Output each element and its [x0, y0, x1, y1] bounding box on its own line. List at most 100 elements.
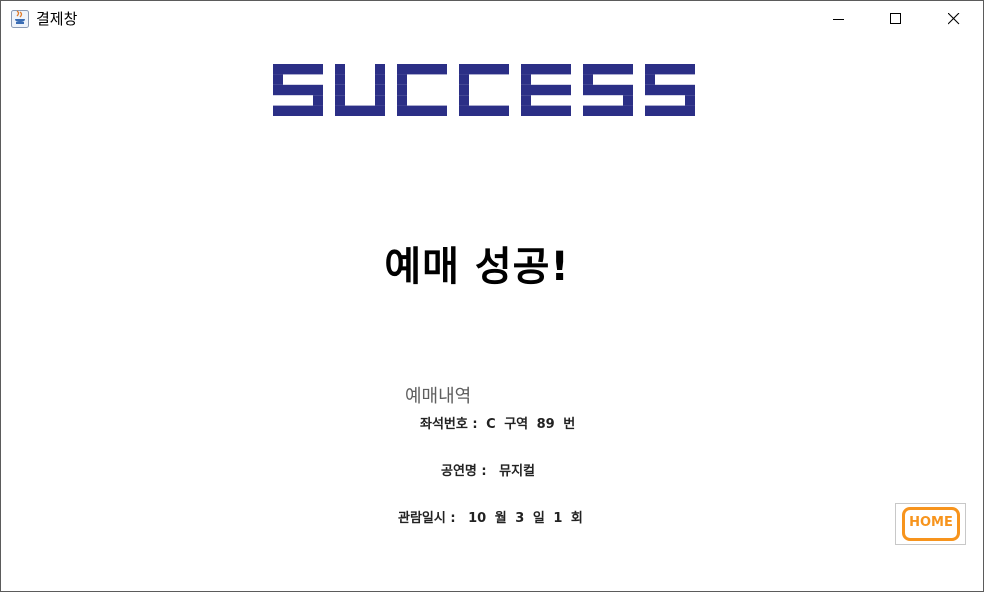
close-icon: [948, 13, 960, 25]
booking-success-headline: 예매 성공!: [384, 244, 570, 290]
banner-pixel: [603, 105, 613, 116]
banner-pixel: [645, 84, 655, 96]
banner-pixel: [397, 95, 407, 106]
banner-pixel: [583, 84, 593, 96]
banner-pixel: [685, 84, 695, 96]
date-round: 1: [553, 511, 563, 526]
close-button[interactable]: [925, 1, 983, 37]
banner-pixel: [303, 64, 313, 75]
banner-pixel: [459, 105, 469, 116]
seat-number: 89: [536, 417, 555, 432]
banner-pixel: [685, 64, 695, 75]
success-banner-image: [273, 64, 713, 120]
payment-window: 결제창 예매 성공! 예매내역 좌석번호 : C 구역 89 번 공연명 : 뮤…: [0, 0, 984, 592]
banner-pixel: [397, 74, 407, 85]
date-label: 관람일시 :: [398, 511, 456, 526]
banner-pixel: [613, 64, 623, 75]
banner-pixel: [469, 105, 479, 116]
banner-pixel: [303, 84, 313, 96]
banner-pixel: [531, 84, 541, 96]
banner-pixel: [313, 95, 323, 106]
seat-info-row: 좌석번호 : C 구역 89 번: [420, 413, 575, 432]
banner-pixel: [313, 84, 323, 96]
seat-zone: C: [486, 417, 496, 432]
banner-pixel: [313, 105, 323, 116]
banner-pixel: [355, 105, 365, 116]
banner-pixel: [459, 95, 469, 106]
date-day: 3: [515, 511, 525, 526]
banner-pixel: [521, 84, 531, 96]
banner-pixel: [645, 105, 655, 116]
date-month-unit: 월: [494, 511, 507, 526]
banner-pixel: [655, 105, 665, 116]
window-title: 결제창: [36, 10, 78, 28]
banner-pixel: [561, 84, 571, 96]
home-button-badge: HOME: [902, 507, 960, 541]
home-button[interactable]: HOME: [895, 503, 966, 545]
banner-pixel: [583, 74, 593, 85]
show-info-row: 공연명 : 뮤지컬: [441, 460, 535, 479]
banner-pixel: [375, 64, 385, 75]
banner-pixel: [469, 64, 479, 75]
date-info-row: 관람일시 : 10 월 3 일 1 회: [398, 507, 583, 526]
banner-pixel: [521, 95, 531, 106]
banner-pixel: [623, 105, 633, 116]
banner-pixel: [665, 64, 675, 75]
banner-pixel: [397, 105, 407, 116]
banner-pixel: [499, 105, 509, 116]
banner-pixel: [479, 105, 489, 116]
banner-pixel: [603, 84, 613, 96]
banner-pixel: [685, 105, 695, 116]
banner-pixel: [335, 105, 345, 116]
banner-pixel: [675, 64, 685, 75]
banner-pixel: [273, 84, 283, 96]
seat-number-unit: 번: [563, 417, 576, 432]
banner-pixel: [293, 105, 303, 116]
maximize-button[interactable]: [867, 1, 925, 37]
banner-pixel: [489, 105, 499, 116]
show-name: 뮤지컬: [499, 464, 536, 479]
banner-pixel: [335, 64, 345, 75]
banner-pixel: [623, 84, 633, 96]
banner-pixel: [459, 84, 469, 96]
banner-pixel: [437, 105, 447, 116]
banner-pixel: [645, 74, 655, 85]
banner-pixel: [623, 95, 633, 106]
banner-pixel: [479, 64, 489, 75]
banner-pixel: [583, 105, 593, 116]
banner-pixel: [489, 64, 499, 75]
banner-pixel: [613, 105, 623, 116]
banner-pixel: [541, 64, 551, 75]
show-label: 공연명 :: [441, 464, 487, 479]
banner-pixel: [375, 105, 385, 116]
banner-pixel: [375, 95, 385, 106]
banner-pixel: [521, 105, 531, 116]
banner-pixel: [551, 64, 561, 75]
banner-pixel: [437, 64, 447, 75]
banner-pixel: [303, 105, 313, 116]
banner-pixel: [521, 64, 531, 75]
banner-pixel: [685, 95, 695, 106]
banner-pixel: [417, 64, 427, 75]
banner-pixel: [345, 105, 355, 116]
banner-pixel: [365, 105, 375, 116]
date-month: 10: [468, 511, 487, 526]
banner-pixel: [293, 84, 303, 96]
banner-pixel: [273, 64, 283, 75]
banner-pixel: [551, 84, 561, 96]
banner-pixel: [427, 105, 437, 116]
title-bar[interactable]: 결제창: [1, 1, 983, 37]
minimize-button[interactable]: [810, 1, 868, 37]
banner-pixel: [541, 105, 551, 116]
banner-pixel: [273, 105, 283, 116]
banner-pixel: [459, 74, 469, 85]
banner-pixel: [293, 64, 303, 75]
banner-pixel: [623, 64, 633, 75]
banner-pixel: [593, 105, 603, 116]
booking-details-title: 예매내역: [405, 386, 472, 407]
banner-pixel: [283, 64, 293, 75]
banner-pixel: [335, 95, 345, 106]
banner-pixel: [531, 64, 541, 75]
banner-pixel: [283, 105, 293, 116]
home-button-label: HOME: [909, 515, 953, 530]
